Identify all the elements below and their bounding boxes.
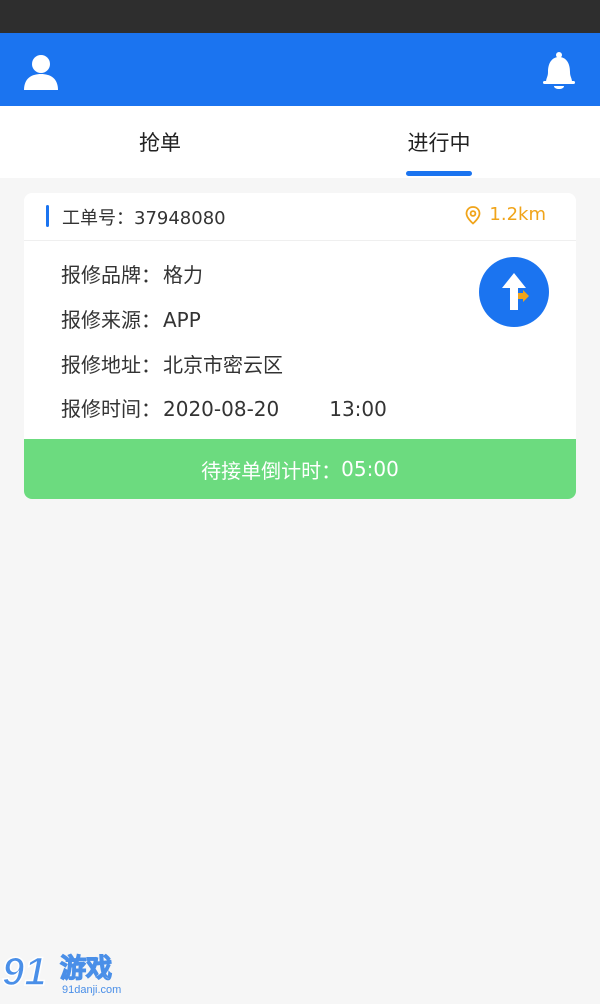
repair-address-row: 报修地址： 北京市密云区: [61, 349, 283, 378]
repair-brand-label: 报修品牌：: [61, 263, 161, 287]
svg-text:91: 91: [2, 950, 47, 994]
tab-bar: 抢单 进行中: [0, 106, 600, 178]
active-tab-indicator: [406, 171, 472, 176]
repair-source-value: APP: [163, 308, 201, 332]
order-card[interactable]: 工单号：37948080 1.2km 报修品牌： 格力 报修来源： APP 报修地址…: [24, 193, 576, 499]
tab-in-progress-label: 进行中: [407, 131, 471, 155]
tab-in-progress[interactable]: 进行中: [339, 106, 539, 178]
order-card-header: 工单号：37948080 1.2km: [24, 193, 576, 241]
repair-date-value: 2020-08-20: [163, 397, 280, 421]
navigation-arrow-icon: [502, 273, 529, 310]
navigate-button[interactable]: [479, 257, 549, 327]
accent-bar: [46, 205, 49, 227]
repair-time-label: 报修时间：: [61, 397, 161, 421]
distance-badge: 1.2km: [463, 204, 546, 225]
repair-brand-row: 报修品牌： 格力: [61, 259, 203, 288]
repair-address-label: 报修地址：: [61, 353, 161, 377]
repair-source-label: 报修来源：: [61, 308, 161, 332]
repair-time-row: 报修时间： 2020-08-20 13:00: [61, 393, 387, 422]
svg-text:游戏: 游戏: [60, 954, 112, 984]
order-number: 工单号：37948080: [62, 204, 226, 230]
user-icon[interactable]: [22, 53, 60, 91]
countdown-label: 待接单倒计时：: [201, 458, 342, 483]
repair-source-row: 报修来源： APP: [61, 304, 201, 333]
watermark-logo: 91 游戏 91danji.com: [0, 945, 140, 1000]
tab-grab-order[interactable]: 抢单: [60, 106, 260, 178]
repair-address-value: 北京市密云区: [163, 353, 283, 377]
repair-brand-value: 格力: [163, 263, 203, 287]
bell-icon[interactable]: [538, 50, 580, 92]
top-header: [0, 33, 600, 106]
order-number-label: 工单号：: [62, 208, 134, 229]
location-pin-icon: [466, 205, 481, 225]
countdown-value: 05:00: [341, 457, 399, 481]
svg-text:91danji.com: 91danji.com: [62, 984, 121, 996]
countdown-bar[interactable]: 待接单倒计时： 05:00: [24, 439, 576, 499]
order-number-value: 37948080: [134, 208, 226, 229]
status-bar: [0, 0, 600, 33]
repair-time-value: 13:00: [329, 397, 387, 421]
tab-grab-order-label: 抢单: [139, 131, 181, 155]
distance-value: 1.2km: [489, 204, 546, 225]
